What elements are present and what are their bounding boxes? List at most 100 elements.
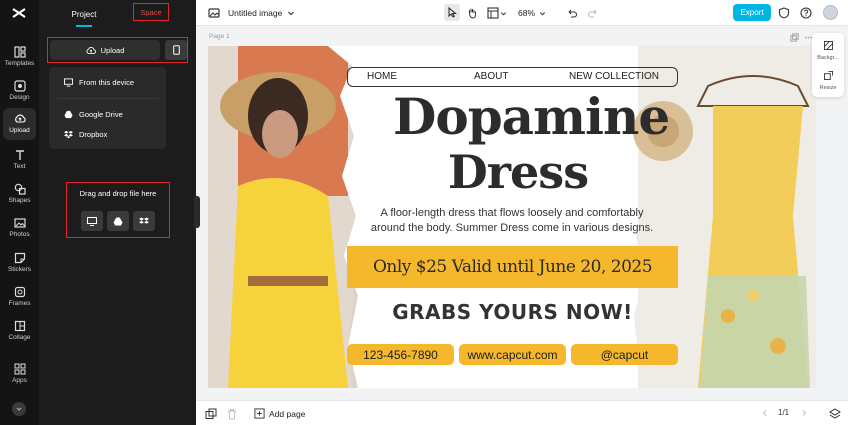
chevron-down-icon (539, 11, 546, 16)
rail-label: Stickers (7, 266, 32, 274)
rail-item-shapes[interactable]: Shapes (0, 177, 39, 211)
tab-active-indicator (76, 25, 92, 27)
rail-item-apps[interactable]: Apps (0, 357, 39, 391)
zoom-control[interactable]: 68% (518, 6, 546, 20)
layers-icon[interactable] (829, 408, 841, 420)
design-nav-bar: HOME ABOUT NEW COLLECTION (347, 67, 678, 87)
phone-pill: 123-456-7890 (347, 344, 454, 365)
rail-item-templates[interactable]: Templates (0, 40, 39, 74)
add-page-icon (254, 408, 265, 419)
design-icon (13, 80, 26, 92)
help-icon[interactable] (800, 7, 812, 19)
monitor-icon (64, 77, 73, 87)
rail-item-upload[interactable]: Upload (3, 108, 36, 140)
rail-label: Frames (8, 300, 31, 308)
templates-icon (13, 46, 26, 58)
stickers-icon (14, 253, 25, 264)
copy-page-icon[interactable] (205, 408, 217, 420)
panel-collapse-handle[interactable] (194, 196, 200, 228)
rail-item-stickers[interactable]: Stickers (0, 246, 39, 280)
description-line-2: around the body. Summer Dress come in va… (370, 222, 654, 234)
upload-button-label: Upload (100, 45, 125, 55)
mobile-upload-button[interactable] (165, 40, 187, 60)
top-toolbar: Untitled image 68% Export (196, 0, 848, 26)
rail-label: Collage (8, 334, 31, 342)
menu-item-dropbox[interactable]: Dropbox (49, 126, 166, 142)
cloud-upload-icon (86, 46, 96, 54)
menu-item-google-drive[interactable]: Google Drive (49, 106, 166, 122)
cta-text: GRABS YOURS NOW! (392, 300, 633, 324)
design-nav-home: HOME (367, 71, 397, 82)
chevron-right-icon[interactable] (800, 409, 808, 417)
dropzone-device-button[interactable] (81, 211, 103, 231)
rail-label: Templates (4, 60, 35, 68)
price-banner: Only $25 Valid until June 20, 2025 (347, 246, 678, 288)
collapse-rail-button[interactable] (12, 402, 26, 416)
document-title-text: Untitled image (228, 8, 283, 18)
rail-item-collage[interactable]: Collage (0, 314, 39, 348)
chevron-left-icon[interactable] (761, 409, 769, 417)
google-drive-icon (113, 217, 123, 225)
rail-label: Photos (9, 231, 30, 239)
rail-item-frames[interactable]: Frames (0, 280, 39, 314)
dropzone-dropbox-button[interactable] (133, 211, 155, 231)
bottom-toolbar: Add page 1/1 (196, 400, 848, 425)
left-rail: Templates Design Upload Text Shapes Phot… (0, 0, 39, 425)
dropzone-drive-button[interactable] (107, 211, 129, 231)
google-drive-icon (64, 110, 73, 118)
document-title[interactable]: Untitled image (228, 6, 295, 20)
tab-space[interactable]: Space (133, 3, 169, 21)
add-page-button[interactable]: Add page (254, 407, 305, 420)
cursor-icon (448, 6, 457, 18)
upload-icon (14, 114, 26, 123)
website-pill: www.capcut.com (459, 344, 566, 365)
rail-item-text[interactable]: Text (0, 143, 39, 177)
duplicate-page-icon[interactable] (790, 33, 799, 42)
select-tool-button[interactable] (444, 4, 460, 21)
design-nav-about: ABOUT (474, 71, 509, 82)
trash-icon[interactable] (226, 408, 238, 420)
tab-project[interactable]: Project (64, 0, 104, 28)
menu-divider (57, 98, 158, 99)
hand-icon[interactable] (466, 7, 478, 19)
image-icon (208, 8, 220, 18)
rail-label: Upload (9, 127, 30, 135)
dropbox-icon (64, 130, 73, 138)
headline-dopamine: Dopamine (393, 87, 670, 146)
design-canvas[interactable]: HOME ABOUT NEW COLLECTION Dopamine Dress… (208, 46, 816, 388)
resize-icon (823, 71, 833, 80)
shield-icon[interactable] (778, 7, 790, 19)
dropbox-icon (139, 217, 149, 224)
rail-label: Shapes (8, 197, 31, 205)
resize-tool[interactable]: Resize (812, 67, 844, 93)
rail-item-design[interactable]: Design (0, 74, 39, 108)
resize-tool-label: Resize (819, 85, 837, 91)
chevron-down-icon[interactable] (500, 10, 507, 17)
handle-pill: @capcut (571, 344, 678, 365)
photos-icon (13, 218, 26, 228)
menu-item-label: Google Drive (79, 109, 123, 119)
add-page-label: Add page (269, 408, 306, 419)
frames-icon (14, 287, 25, 298)
redo-icon[interactable] (587, 7, 599, 19)
background-tool-label: Backgr... (817, 55, 839, 61)
collage-icon (14, 321, 25, 332)
dropzone[interactable]: Drag and drop file here (66, 182, 170, 238)
dropzone-text: Drag and drop file here (79, 189, 157, 198)
background-tool[interactable]: Backgr... (812, 37, 844, 63)
rail-label: Design (9, 94, 30, 102)
menu-item-from-device[interactable]: From this device (49, 74, 166, 90)
page-label: Page 1 (209, 33, 230, 40)
export-button[interactable]: Export (733, 4, 771, 21)
undo-icon[interactable] (566, 7, 578, 19)
upload-button[interactable]: Upload (50, 40, 160, 60)
menu-item-label: Dropbox (79, 129, 108, 139)
avatar[interactable] (823, 5, 838, 20)
apps-icon (14, 363, 25, 375)
layout-icon[interactable] (487, 7, 499, 19)
capcut-logo[interactable] (11, 6, 27, 20)
rail-label: Apps (12, 377, 27, 385)
chevron-down-icon (16, 407, 22, 411)
rail-item-photos[interactable]: Photos (0, 211, 39, 245)
monitor-icon (87, 216, 97, 226)
